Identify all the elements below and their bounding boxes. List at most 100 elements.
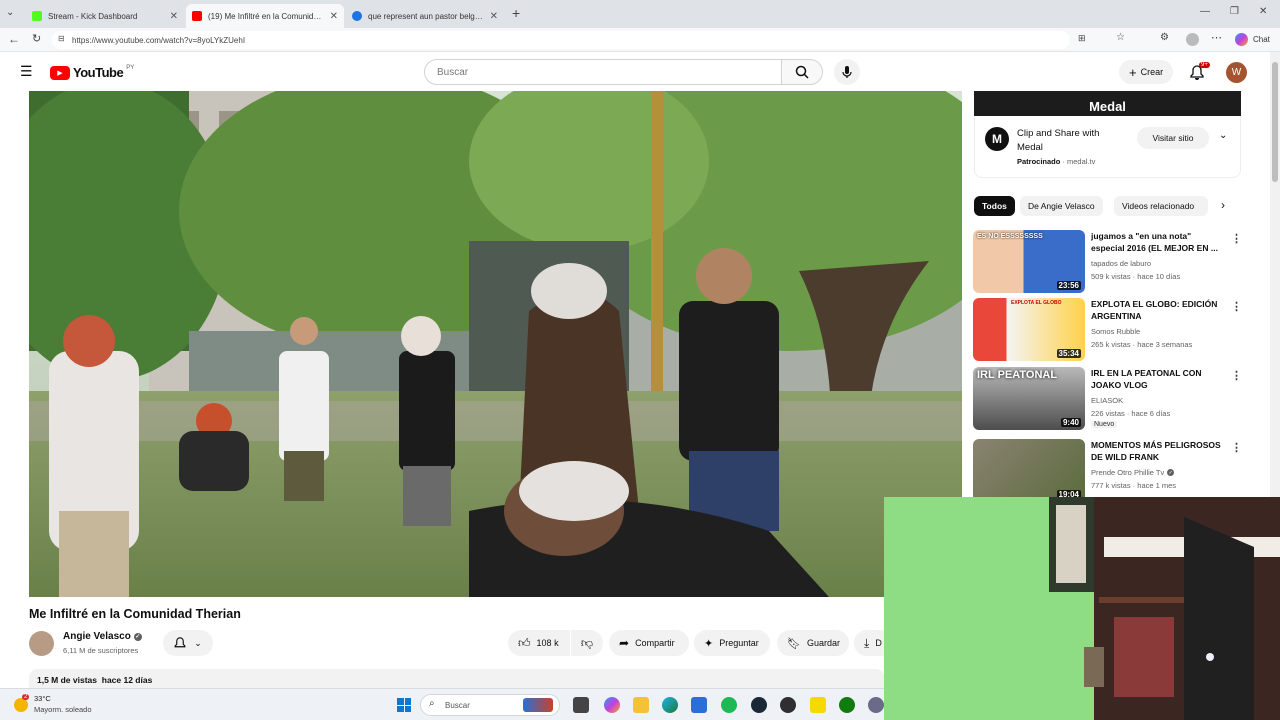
ad-card[interactable]: M Clip and Share with Medal Patrocinado … — [974, 116, 1241, 178]
close-icon[interactable]: ✕ — [330, 11, 338, 22]
reload-icon[interactable]: ↻ — [32, 32, 41, 45]
start-button[interactable] — [397, 698, 411, 712]
video-meta: 265 k vistas · hace 3 semanas — [1091, 340, 1193, 349]
weather-desc: Mayorm. soleado — [34, 705, 92, 714]
more-vert-icon[interactable]: ⋮ — [1231, 441, 1242, 454]
favorite-icon[interactable]: ☆ — [1116, 32, 1125, 43]
back-icon[interactable]: ← — [8, 32, 20, 46]
chat-label[interactable]: Chat — [1253, 35, 1270, 44]
tab-search[interactable]: que represent aun pastor belga - B ✕ — [346, 4, 504, 28]
video-meta: 777 k vistas · hace 1 mes — [1091, 481, 1177, 490]
notification-badge: 9+ — [1199, 62, 1210, 68]
tab-youtube[interactable]: (19) Me Infiltré en la Comunidad T ✕ — [186, 4, 344, 28]
chip-all[interactable]: Todos — [974, 196, 1015, 216]
subscription-bell-button[interactable]: ⌄ — [163, 630, 213, 656]
microphone-icon — [842, 66, 852, 78]
share-button[interactable]: ➦ Compartir — [609, 630, 689, 656]
app-icon[interactable] — [868, 697, 884, 713]
search-input[interactable]: Buscar — [424, 59, 782, 85]
channel-name-text: Angie Velasco — [63, 631, 131, 642]
account-avatar[interactable]: W — [1226, 62, 1247, 83]
thumbs-down-icon: 👎︎ — [580, 635, 594, 650]
chevron-right-icon[interactable]: › — [1221, 198, 1225, 212]
more-vert-icon[interactable]: ⋮ — [1231, 232, 1242, 245]
browser-tab-bar: ⌄ Stream - Kick Dashboard ✕ (19) Me Infi… — [0, 0, 1280, 28]
related-video[interactable]: IRL PEATONAL 9:40 IRL EN LA PEATONAL CON… — [973, 367, 1242, 431]
chip-label: Videos relacionado — [1122, 201, 1195, 211]
obs-icon[interactable] — [780, 697, 796, 713]
video-title: Me Infiltré en la Comunidad Therian — [29, 607, 241, 621]
menu-icon[interactable]: ☰ — [20, 63, 33, 80]
related-video[interactable]: ES NO ESSSSSSSS 23:56 jugamos a "en una … — [973, 230, 1242, 294]
thumbnail-text: ES NO ESSSSSSSS — [977, 233, 1043, 240]
close-window-icon[interactable]: ✕ — [1259, 6, 1267, 17]
ad-banner[interactable]: Medal — [974, 91, 1241, 116]
extensions-icon[interactable]: ⚙ — [1160, 32, 1169, 43]
video-player[interactable] — [29, 91, 962, 597]
voice-search-button[interactable] — [834, 59, 860, 85]
tab-list-icon[interactable]: ⌄ — [6, 7, 14, 18]
thumbs-up-icon: 👍︎ — [518, 635, 531, 650]
visit-site-button[interactable]: Visitar sitio — [1137, 127, 1209, 149]
verified-icon: ✓ — [133, 632, 142, 641]
more-vert-icon[interactable]: ⋮ — [1231, 369, 1242, 382]
task-view-icon[interactable] — [573, 697, 589, 713]
translate-icon[interactable]: ⊞ — [1078, 33, 1086, 44]
store-icon[interactable] — [691, 697, 707, 713]
weather-widget[interactable]: 2 33°C Mayorm. soleado — [14, 694, 104, 716]
copilot-app-icon[interactable] — [604, 697, 620, 713]
youtube-logo[interactable]: ▶ YouTube PY — [50, 65, 134, 80]
channel-avatar[interactable] — [29, 631, 54, 656]
xbox-icon[interactable] — [839, 697, 855, 713]
new-tab-icon[interactable]: + — [512, 5, 520, 21]
video-title: jugamos a "en una nota" especial 2016 (E… — [1091, 231, 1218, 253]
dislike-button[interactable]: 👎︎ — [571, 630, 603, 656]
related-video[interactable]: EXPLOTA EL GLOBO 35:34 EXPLOTA EL GLOBO:… — [973, 298, 1242, 362]
new-badge: Nuevo — [1091, 421, 1118, 428]
view-count: 1,5 M de vistas — [37, 675, 98, 685]
video-meta: 509 k vistas · hace 10 días — [1091, 272, 1181, 281]
close-icon[interactable]: ✕ — [170, 11, 178, 22]
sparkle-icon: ✦ — [704, 637, 714, 650]
url-field[interactable]: ⊟ https://www.youtube.com/watch?v=8yoLYk… — [52, 31, 1070, 49]
create-label: Crear — [1140, 67, 1164, 77]
copilot-icon[interactable] — [1235, 33, 1248, 46]
channel-name[interactable]: Angie Velasco ✓ — [63, 631, 142, 642]
chip-channel[interactable]: De Angie Velasco — [1020, 196, 1103, 216]
search-highlight-icon — [523, 698, 553, 712]
search-button[interactable] — [781, 59, 823, 85]
more-icon[interactable]: ⋯ — [1211, 31, 1222, 44]
save-button[interactable]: 🔖︎ Guardar — [777, 630, 849, 656]
ask-button[interactable]: ✦ Preguntar — [694, 630, 770, 656]
notifications-button[interactable]: 9+ — [1190, 62, 1210, 82]
like-button[interactable]: 👍︎ 108 k — [508, 630, 570, 656]
video-description-box[interactable]: 1,5 M de vistas hace 12 días — [29, 669, 884, 688]
video-title: MOMENTOS MÁS PELIGROSOS DE WILD FRANK — [1091, 440, 1221, 462]
plus-icon: + — [1129, 64, 1137, 80]
close-icon[interactable]: ✕ — [490, 11, 498, 22]
profile-icon[interactable] — [1186, 33, 1199, 46]
kick-icon — [32, 11, 42, 21]
app-icon[interactable] — [810, 697, 826, 713]
minimize-icon[interactable]: — — [1200, 6, 1210, 17]
taskbar-search[interactable]: ⌕ Buscar — [420, 694, 560, 716]
maximize-icon[interactable]: ❐ — [1230, 6, 1239, 17]
chip-related[interactable]: Videos relacionado — [1114, 196, 1208, 216]
create-button[interactable]: + Crear — [1119, 60, 1174, 84]
search-icon — [795, 65, 809, 79]
edge-icon[interactable] — [662, 697, 678, 713]
file-explorer-icon[interactable] — [633, 697, 649, 713]
thumbnail-text: EXPLOTA EL GLOBO — [1011, 300, 1062, 306]
tab-kick[interactable]: Stream - Kick Dashboard ✕ — [26, 4, 184, 28]
spotify-icon[interactable] — [721, 697, 737, 713]
steam-icon[interactable] — [751, 697, 767, 713]
weather-temp: 33°C — [34, 694, 51, 703]
taskbar-search-label: Buscar — [445, 700, 470, 710]
related-video[interactable]: 19:04 MOMENTOS MÁS PELIGROSOS DE WILD FR… — [973, 439, 1242, 503]
visit-site-label: Visitar sitio — [1152, 133, 1194, 143]
video-meta: 226 vistas · hace 6 días — [1091, 409, 1171, 418]
site-info-icon[interactable]: ⊟ — [58, 34, 65, 43]
video-frame — [29, 91, 962, 597]
chevron-down-icon[interactable]: ⌄ — [1219, 130, 1227, 141]
more-vert-icon[interactable]: ⋮ — [1231, 300, 1242, 313]
